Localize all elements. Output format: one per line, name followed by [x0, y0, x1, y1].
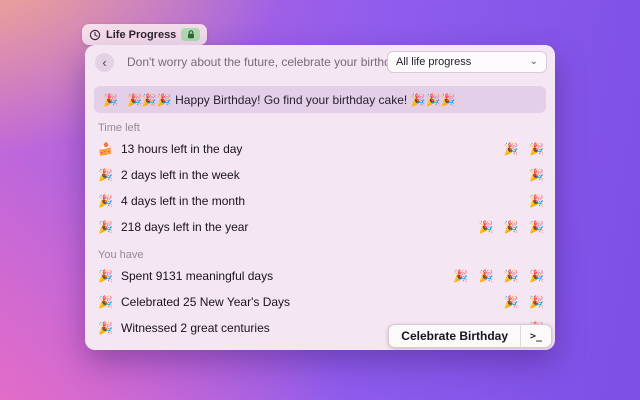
cake-icon: 🍰	[98, 142, 113, 156]
list-item[interactable]: 🍰 13 hours left in the day 🎉 🎉	[94, 136, 546, 162]
party-popper-icon: 🎉	[103, 92, 118, 107]
terminal-icon[interactable]: >_	[521, 325, 551, 347]
party-popper-rating: 🎉 🎉	[503, 295, 544, 309]
filter-dropdown-value: All life progress	[396, 56, 472, 68]
party-popper-rating: 🎉 🎉	[503, 142, 544, 156]
back-button[interactable]: ‹	[95, 52, 114, 72]
party-popper-rating: 🎉	[529, 194, 544, 208]
party-popper-icon: 🎉	[98, 295, 113, 309]
list-item[interactable]: 🎉 Celebrated 25 New Year's Days 🎉 🎉	[94, 289, 546, 315]
filter-dropdown[interactable]: All life progress ⌄	[387, 51, 547, 73]
header-title: Don't worry about the future, celebrate …	[127, 55, 387, 69]
party-popper-icon: 🎉	[98, 194, 113, 208]
chevron-left-icon: ‹	[102, 54, 107, 70]
row-label: 4 days left in the month	[121, 194, 246, 208]
life-progress-panel: ‹ Don't worry about the future, celebrat…	[85, 45, 555, 350]
row-label: Spent 9131 meaningful days	[121, 269, 274, 283]
action-split-button: Celebrate Birthday >_	[388, 324, 552, 348]
row-label: 218 days left in the year	[121, 220, 249, 234]
list-item[interactable]: 🎉 Spent 9131 meaningful days 🎉 🎉 🎉 🎉	[94, 263, 546, 289]
life-progress-app-icon	[89, 29, 101, 40]
party-popper-rating: 🎉 🎉 🎉	[478, 220, 545, 234]
row-label: 2 days left in the week	[121, 168, 240, 182]
banner-text: 🎉🎉🎉 Happy Birthday! Go find your birthda…	[126, 92, 456, 107]
window-tab-title: Life Progress	[106, 28, 177, 41]
section-label-time-left: Time left	[98, 122, 140, 134]
party-popper-icon: 🎉	[98, 321, 113, 335]
chevron-down-icon: ⌄	[529, 56, 538, 67]
lock-badge-button[interactable]	[181, 28, 201, 41]
lock-icon	[187, 30, 194, 39]
panel-header: ‹ Don't worry about the future, celebrat…	[85, 45, 555, 79]
row-label: Celebrated 25 New Year's Days	[121, 295, 291, 309]
party-popper-rating: 🎉 🎉 🎉 🎉	[453, 269, 544, 283]
party-popper-icon: 🎉	[98, 168, 113, 182]
row-label: 13 hours left in the day	[121, 142, 243, 156]
party-popper-icon: 🎉	[98, 269, 113, 283]
list-item[interactable]: 🎉 218 days left in the year 🎉 🎉 🎉	[94, 214, 546, 240]
panel-content: 🎉 🎉🎉🎉 Happy Birthday! Go find your birth…	[85, 86, 555, 350]
window-tab[interactable]: Life Progress	[82, 24, 208, 45]
section-label-you-have: You have	[98, 249, 144, 261]
birthday-banner: 🎉 🎉🎉🎉 Happy Birthday! Go find your birth…	[94, 86, 546, 113]
list-item[interactable]: 🎉 2 days left in the week 🎉	[94, 162, 546, 188]
list-item[interactable]: 🎉 4 days left in the month 🎉	[94, 188, 546, 214]
party-popper-icon: 🎉	[98, 220, 113, 234]
celebrate-birthday-button[interactable]: Celebrate Birthday	[389, 325, 520, 347]
party-popper-rating: 🎉	[529, 168, 544, 182]
